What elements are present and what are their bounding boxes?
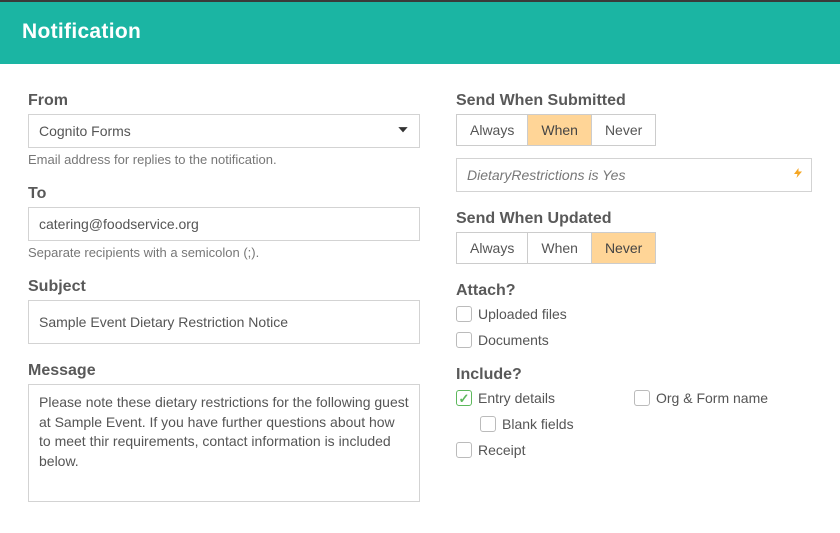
subject-label: Subject bbox=[28, 278, 420, 296]
from-field: From Cognito Forms Email address for rep… bbox=[28, 92, 420, 167]
attach-field: Attach? Uploaded files Documents bbox=[456, 282, 812, 348]
include-grid: Entry details Org & Form name Blank fiel… bbox=[456, 390, 812, 458]
send-submitted-always[interactable]: Always bbox=[457, 115, 528, 145]
attach-documents-label: Documents bbox=[478, 332, 549, 348]
send-updated-when[interactable]: When bbox=[528, 233, 592, 263]
include-blank-checkbox[interactable] bbox=[480, 416, 496, 432]
attach-documents-checkbox[interactable] bbox=[456, 332, 472, 348]
send-submitted-field: Send When Submitted Always When Never bbox=[456, 92, 812, 192]
include-entry-row: Entry details bbox=[456, 390, 634, 406]
send-updated-always[interactable]: Always bbox=[457, 233, 528, 263]
include-entry-label: Entry details bbox=[478, 390, 555, 406]
send-updated-label: Send When Updated bbox=[456, 210, 812, 228]
content: From Cognito Forms Email address for rep… bbox=[0, 64, 840, 533]
include-org-label: Org & Form name bbox=[656, 390, 768, 406]
from-select[interactable]: Cognito Forms bbox=[28, 114, 420, 148]
include-blank-label: Blank fields bbox=[502, 416, 574, 432]
to-label: To bbox=[28, 185, 420, 203]
message-label: Message bbox=[28, 362, 420, 380]
send-updated-field: Send When Updated Always When Never bbox=[456, 210, 812, 264]
message-field: Message bbox=[28, 362, 420, 505]
page-title: Notification bbox=[22, 20, 818, 44]
to-helper: Separate recipients with a semicolon (;)… bbox=[28, 245, 420, 260]
attach-list: Uploaded files Documents bbox=[456, 306, 812, 348]
from-label: From bbox=[28, 92, 420, 110]
page-header: Notification bbox=[0, 2, 840, 64]
left-column: From Cognito Forms Email address for rep… bbox=[28, 92, 420, 523]
include-label: Include? bbox=[456, 366, 812, 384]
attach-documents-row: Documents bbox=[456, 332, 812, 348]
attach-uploaded-row: Uploaded files bbox=[456, 306, 812, 322]
send-updated-never[interactable]: Never bbox=[592, 233, 655, 263]
include-org-row: Org & Form name bbox=[634, 390, 812, 406]
condition-input[interactable] bbox=[456, 158, 812, 192]
subject-field: Subject bbox=[28, 278, 420, 344]
send-submitted-when[interactable]: When bbox=[528, 115, 592, 145]
include-org-checkbox[interactable] bbox=[634, 390, 650, 406]
include-receipt-checkbox[interactable] bbox=[456, 442, 472, 458]
include-receipt-label: Receipt bbox=[478, 442, 525, 458]
send-submitted-label: Send When Submitted bbox=[456, 92, 812, 110]
right-column: Send When Submitted Always When Never Se… bbox=[456, 92, 812, 523]
attach-uploaded-label: Uploaded files bbox=[478, 306, 567, 322]
send-updated-toggle: Always When Never bbox=[456, 232, 656, 264]
subject-input[interactable] bbox=[28, 300, 420, 344]
send-submitted-toggle: Always When Never bbox=[456, 114, 656, 146]
include-entry-checkbox[interactable] bbox=[456, 390, 472, 406]
condition-box bbox=[456, 158, 812, 192]
include-blank-row: Blank fields bbox=[480, 416, 634, 432]
message-textarea[interactable] bbox=[28, 384, 420, 502]
to-input[interactable] bbox=[28, 207, 420, 241]
from-helper: Email address for replies to the notific… bbox=[28, 152, 420, 167]
include-field: Include? Entry details Org & Form name B… bbox=[456, 366, 812, 458]
attach-uploaded-checkbox[interactable] bbox=[456, 306, 472, 322]
bolt-icon[interactable] bbox=[792, 166, 804, 185]
include-receipt-row: Receipt bbox=[456, 442, 634, 458]
send-submitted-never[interactable]: Never bbox=[592, 115, 655, 145]
from-select-wrap: Cognito Forms bbox=[28, 114, 420, 148]
attach-label: Attach? bbox=[456, 282, 812, 300]
to-field: To Separate recipients with a semicolon … bbox=[28, 185, 420, 260]
